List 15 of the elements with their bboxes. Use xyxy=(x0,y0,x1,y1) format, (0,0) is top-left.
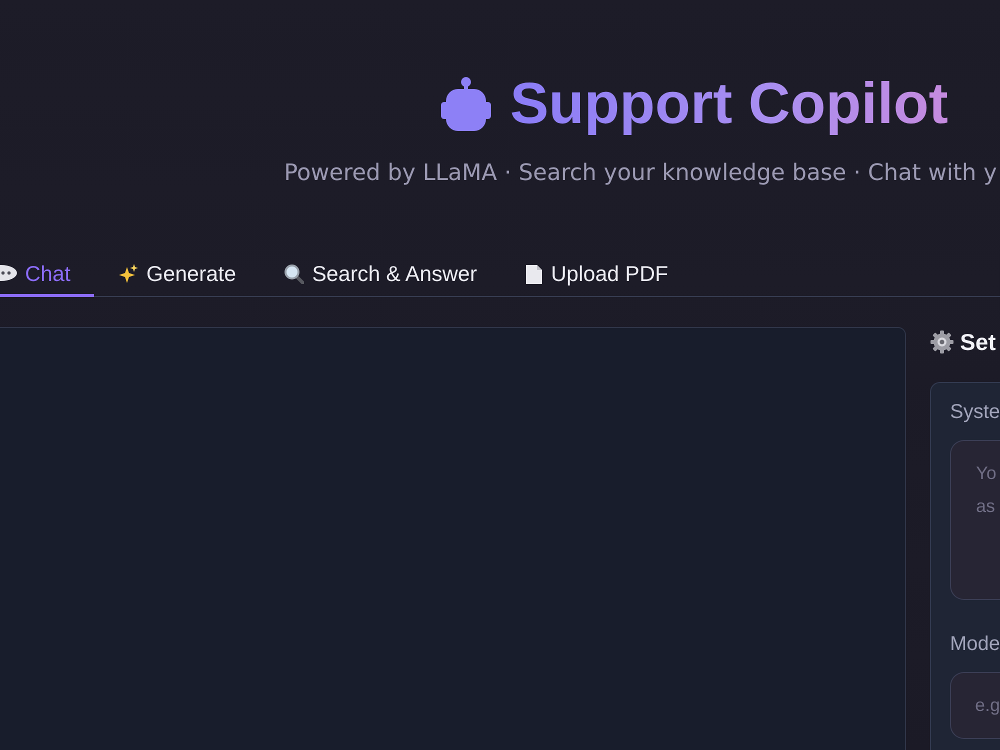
tab[interactable]: Search & Answer xyxy=(260,250,501,297)
sparkles-icon xyxy=(118,264,138,284)
tab[interactable]: Upload PDF xyxy=(501,250,692,297)
tab[interactable]: Chat xyxy=(0,250,94,297)
prompt-input-field[interactable]: Yo as xyxy=(950,440,1000,600)
tab[interactable]: Generate xyxy=(94,250,260,297)
app-subtitle: Powered by LLaMA · Search your knowledge base · Chat with y xyxy=(283,159,998,188)
settings-heading: Set xyxy=(960,328,996,357)
field-label: Mode xyxy=(950,632,1000,656)
chat-bubble-icon xyxy=(0,265,17,283)
search-icon xyxy=(284,264,304,284)
field-label: Syste xyxy=(950,400,1000,424)
document-icon xyxy=(525,264,543,284)
robot-icon xyxy=(441,77,491,131)
model-input-field[interactable]: e.g xyxy=(950,672,1000,739)
